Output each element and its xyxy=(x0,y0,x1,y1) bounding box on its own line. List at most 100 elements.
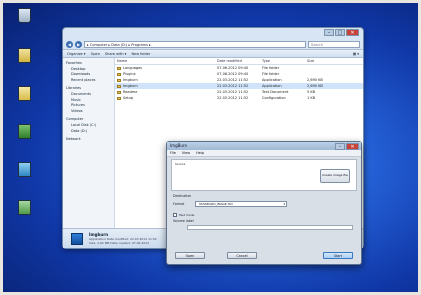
open-button[interactable]: Open xyxy=(175,252,205,259)
explorer-toolbar: Organize ▾ Open Share with ▾ New folder … xyxy=(63,49,363,58)
test-mode-label: Test mode xyxy=(179,213,195,217)
column-header-name[interactable]: Name xyxy=(115,58,215,64)
file-date-cell-text: 22.03.2012 11:52 xyxy=(217,90,249,94)
file-type-cell-text: File folder xyxy=(262,72,280,76)
file-date-cell-text: 07.06.2012 09:40 xyxy=(217,72,249,76)
folder-icon xyxy=(117,72,121,76)
menu-view[interactable]: View xyxy=(182,150,190,156)
file-size-cell-text: 5 KB xyxy=(307,90,316,94)
file-type-cell-text: Configuration xyxy=(262,96,286,100)
create-image-button[interactable]: Create image file xyxy=(320,169,350,183)
menu-file[interactable]: File xyxy=(170,150,176,156)
file-size-cell-text: 1 KB xyxy=(307,96,316,100)
column-headers: Name Date modified Type Size xyxy=(115,58,363,65)
dialog-window-controls: – ✕ xyxy=(335,142,359,150)
document-icon xyxy=(17,48,31,63)
format-label: Format xyxy=(173,202,185,206)
application-icon xyxy=(71,232,83,245)
desktop-icon-3[interactable] xyxy=(8,124,40,141)
details-text: Imgburn Application Date modified: 22.03… xyxy=(89,232,157,245)
window-controls: – □ ✕ xyxy=(324,29,359,36)
search-input[interactable]: Search xyxy=(308,40,360,48)
details-meta-line: Size: 2,62 MB Date created: 07.06.2012 xyxy=(89,241,150,245)
source-panel: Source Create image file xyxy=(171,159,357,191)
file-date-cell-text: 22.03.2012 11:52 xyxy=(217,78,249,82)
file-date-cell-text: 07.06.2012 09:40 xyxy=(217,66,249,70)
volume-label-caption: Volume label xyxy=(173,219,194,223)
start-button[interactable]: Start xyxy=(323,252,353,259)
dialog-title: ImgBurn xyxy=(170,143,188,148)
forward-icon[interactable]: ▶ xyxy=(75,40,82,48)
file-size-cell-text: 2,690 KB xyxy=(307,78,323,82)
file-size-cell: 1 KB xyxy=(305,95,335,101)
format-select-value: STANDARD_IMAGE ISO xyxy=(199,202,233,206)
file-type-cell: Configuration xyxy=(260,95,305,101)
share-with-button[interactable]: Share with ▾ xyxy=(105,52,127,56)
file-date-cell: 22.03.2012 11:52 xyxy=(215,95,260,101)
minimize-button[interactable]: – xyxy=(335,142,345,150)
new-folder-button[interactable]: New folder xyxy=(131,52,150,56)
volume-label-input[interactable] xyxy=(187,225,353,230)
program-icon xyxy=(17,200,31,215)
file-type-cell-text: Application xyxy=(262,78,282,82)
file-name-cell-text: Imgburn xyxy=(123,84,138,88)
file-name-cell-text: Languages xyxy=(123,66,143,70)
view-options-icon[interactable]: ▦ ▾ xyxy=(353,52,359,56)
file-date-cell-text: 22.03.2012 11:52 xyxy=(217,84,249,88)
file-name-cell-text: Readme xyxy=(123,90,138,94)
source-label: Source xyxy=(175,162,186,166)
column-header-size[interactable]: Size xyxy=(305,58,335,64)
desktop: – □ ✕ ◀ ▶ ▸ Computer ▸ Data (D:) ▸ Progr… xyxy=(0,0,421,295)
dialog-titlebar: ImgBurn – ✕ xyxy=(167,142,361,150)
program-icon xyxy=(17,162,31,177)
maximize-button[interactable]: □ xyxy=(335,29,345,36)
close-button[interactable]: ✕ xyxy=(346,29,359,36)
file-type-cell-text: Text Document xyxy=(262,90,289,94)
desktop-icon-4[interactable] xyxy=(8,162,40,179)
back-icon[interactable]: ◀ xyxy=(66,40,73,48)
file-row[interactable]: Setup 22.03.2012 11:52 Configuration 1 KB xyxy=(115,95,363,101)
test-mode-option[interactable]: Test mode xyxy=(173,213,194,217)
file-icon xyxy=(117,78,121,82)
file-icon xyxy=(117,90,121,94)
menu-help[interactable]: Help xyxy=(196,150,204,156)
column-header-date[interactable]: Date modified xyxy=(215,58,260,64)
file-icon xyxy=(117,84,121,88)
folder-icon xyxy=(117,66,121,70)
file-type-cell-text: File folder xyxy=(262,66,280,70)
address-bar[interactable]: ▸ Computer ▸ Data (D:) ▸ Programs ▸ xyxy=(84,40,306,48)
nav-item-network[interactable]: Network xyxy=(63,137,114,143)
organize-button[interactable]: Organize ▾ xyxy=(67,52,86,56)
format-select[interactable]: STANDARD_IMAGE ISO ▾ xyxy=(195,201,287,207)
minimize-button[interactable]: – xyxy=(324,29,334,36)
explorer-titlebar: – □ ✕ xyxy=(63,28,363,39)
document-icon xyxy=(17,86,31,101)
file-size-cell-text: 2,690 KB xyxy=(307,84,323,88)
file-name-cell-text: Setup xyxy=(123,96,134,100)
cancel-button[interactable]: Cancel xyxy=(227,252,257,259)
desktop-icon-5[interactable] xyxy=(8,200,40,217)
desktop-icon-2[interactable] xyxy=(8,86,40,103)
test-mode-checkbox[interactable] xyxy=(173,213,177,217)
recycle-bin-icon xyxy=(17,8,31,23)
open-button[interactable]: Open xyxy=(91,52,100,56)
close-button[interactable]: ✕ xyxy=(346,142,359,150)
program-icon xyxy=(17,124,31,139)
desktop-icon-recycle-bin[interactable] xyxy=(8,8,40,25)
column-header-type[interactable]: Type xyxy=(260,58,305,64)
file-icon xyxy=(117,96,121,100)
dialog-menubar: File View Help xyxy=(167,150,361,157)
chevron-down-icon: ▾ xyxy=(283,202,285,206)
nav-item-recent-places[interactable]: Recent places xyxy=(63,78,114,84)
file-name-cell: Setup xyxy=(115,95,215,101)
file-name-cell-text: Imgburn xyxy=(123,78,138,82)
file-name-cell-text: Plugins xyxy=(123,72,136,76)
nav-item-data-drive[interactable]: Data (D:) xyxy=(63,129,114,135)
desktop-icon-1[interactable] xyxy=(8,48,40,65)
destination-label: Destination xyxy=(173,194,192,198)
address-row: ◀ ▶ ▸ Computer ▸ Data (D:) ▸ Programs ▸ … xyxy=(63,39,363,49)
navigation-pane: Favorites Desktop Downloads Recent place… xyxy=(63,58,115,228)
nav-item-videos[interactable]: Videos xyxy=(63,109,114,115)
file-rows: Languages 07.06.2012 09:40 File folder Plug… xyxy=(115,65,363,101)
imgburn-dialog: ImgBurn – ✕ File View Help Source Create… xyxy=(166,141,362,265)
